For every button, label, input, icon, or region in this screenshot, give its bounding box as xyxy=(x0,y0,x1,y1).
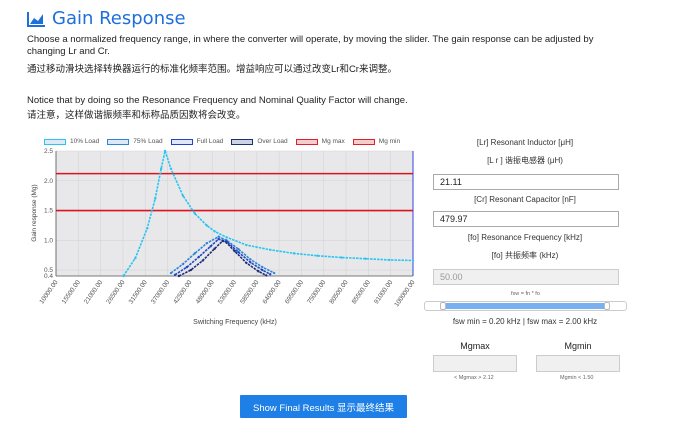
x-tick-label: 80500.00 xyxy=(328,279,350,306)
show-final-results-button[interactable]: Show Final Results 显示最终结果 xyxy=(240,395,407,418)
series-point xyxy=(193,252,197,255)
x-tick-label: 15500.00 xyxy=(61,279,83,306)
series-point xyxy=(146,227,149,230)
series-point xyxy=(269,248,272,252)
x-tick-label: 91000.00 xyxy=(373,279,395,306)
x-axis-label: Switching Frequency (kHz) xyxy=(193,319,277,326)
x-tick-label: 100000.00 xyxy=(393,279,417,308)
x-tick-label: 53000.00 xyxy=(217,279,239,306)
x-tick-label: 10000.00 xyxy=(38,279,60,306)
series-point xyxy=(257,270,260,273)
series-point xyxy=(205,224,208,227)
y-tick-label: 2.0 xyxy=(44,178,53,185)
x-tick-label: 69500.00 xyxy=(284,279,306,306)
series-point xyxy=(201,259,204,262)
series-point xyxy=(169,167,173,171)
series-point xyxy=(316,254,319,257)
series-point xyxy=(209,245,212,248)
mg-min-hint: Mgmin < 1.50 xyxy=(560,375,594,381)
series-point xyxy=(153,197,157,200)
x-tick-label: 21000.00 xyxy=(83,279,105,306)
series-point xyxy=(159,167,163,171)
lr-label-cn: [L r ] 谐振电感器 (μH) xyxy=(487,156,563,165)
x-tick-label: 26500.00 xyxy=(105,279,127,306)
series-point xyxy=(185,265,189,269)
series-point xyxy=(265,274,268,277)
x-tick-label: 58500.00 xyxy=(239,279,261,306)
y-tick-label: 1.5 xyxy=(44,208,53,215)
mg-min-label: Mgmin xyxy=(564,341,592,351)
series-point xyxy=(181,262,185,266)
series-point xyxy=(213,247,216,250)
fo-label: [fo] Resonance Frequency [kHz] xyxy=(467,233,583,242)
mg-min-field xyxy=(536,355,620,372)
slider-range-fill[interactable] xyxy=(443,303,606,309)
lr-label: [Lr] Resonant Inductor [μH] xyxy=(476,138,574,147)
mg-max-label: Mgmax xyxy=(460,341,490,351)
fo-label-cn: [fo] 共振频率 (kHz) xyxy=(491,251,559,260)
series-point xyxy=(221,239,224,243)
series-point xyxy=(272,271,276,275)
series-point xyxy=(245,243,248,247)
y-tick-label: 0.4 xyxy=(44,273,53,280)
mg-max-field xyxy=(433,355,517,372)
x-tick-label: 48000.00 xyxy=(195,279,217,306)
y-axis-label: Gain response (Mg) xyxy=(31,184,38,241)
series-point xyxy=(122,274,125,278)
x-tick-label: 64000.00 xyxy=(261,279,283,306)
slider-min-handle[interactable] xyxy=(440,302,446,310)
fsw-formula: fsw = fn * fo xyxy=(511,291,540,297)
series-point xyxy=(205,242,208,245)
x-tick-label: 75000.00 xyxy=(306,279,328,306)
series-point xyxy=(388,258,391,262)
frequency-range-slider[interactable] xyxy=(424,301,627,311)
x-tick-label: 85500.00 xyxy=(351,279,373,306)
series-point xyxy=(181,194,185,197)
series-point xyxy=(292,252,296,255)
series-point xyxy=(340,256,343,259)
series-point xyxy=(177,274,181,278)
series-point xyxy=(217,235,220,238)
series-point xyxy=(411,259,415,262)
lr-input[interactable]: 21.11 xyxy=(433,174,619,190)
series-point xyxy=(269,273,272,276)
series-point xyxy=(249,258,252,261)
series-point xyxy=(233,249,236,253)
x-tick-label: 37000.00 xyxy=(150,279,172,306)
x-tick-label: 31500.00 xyxy=(128,279,150,306)
series-point xyxy=(173,273,177,277)
series-point xyxy=(217,237,220,241)
series-point xyxy=(237,248,240,251)
cr-label: [Cr] Resonant Capacitor [nF] xyxy=(474,195,576,204)
slider-max-handle[interactable] xyxy=(604,302,610,310)
series-point xyxy=(245,261,248,265)
series-point xyxy=(193,212,197,215)
y-tick-label: 1.0 xyxy=(44,237,53,244)
series-point xyxy=(163,149,167,153)
series-point xyxy=(249,261,252,264)
fsw-range-text: fsw min = 0.20 kHz | fsw max = 2.00 kHz xyxy=(452,317,598,326)
series-point xyxy=(261,268,264,272)
cr-input[interactable]: 479.97 xyxy=(433,211,619,227)
series-point xyxy=(364,257,367,260)
series-point xyxy=(134,256,137,260)
series-point xyxy=(225,236,228,239)
mg-max-hint: < Mgmax > 2.12 xyxy=(454,375,494,381)
series-point xyxy=(225,241,228,244)
series-point xyxy=(261,265,264,269)
y-tick-label: 2.5 xyxy=(44,148,53,155)
series-point xyxy=(213,230,216,233)
series-point xyxy=(197,255,200,259)
x-tick-label: 42500.00 xyxy=(172,279,194,306)
series-point xyxy=(189,268,193,272)
series-point xyxy=(169,271,173,275)
fo-input: 50.00 xyxy=(433,269,619,285)
